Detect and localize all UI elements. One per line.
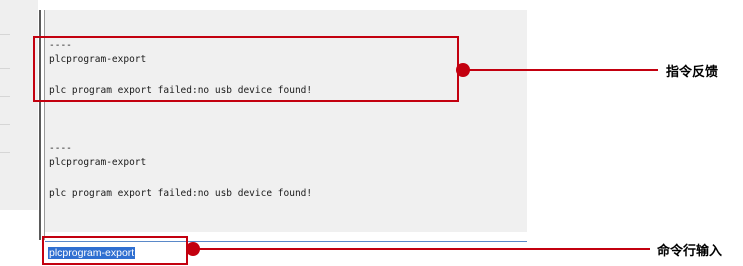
- command-highlight-box: [42, 236, 188, 265]
- side-divider: [0, 68, 10, 69]
- side-divider: [0, 96, 10, 97]
- side-panel: [0, 0, 38, 210]
- side-divider: [0, 34, 10, 35]
- side-divider: [0, 124, 10, 125]
- feedback-callout-line: [468, 69, 658, 71]
- command-callout-line: [198, 248, 650, 250]
- feedback-highlight-box: [33, 36, 459, 102]
- command-line-label: 命令行输入: [657, 244, 723, 259]
- feedback-label: 指令反馈: [666, 65, 719, 80]
- console-line: ----: [49, 143, 72, 154]
- console-line: plc program export failed:no usb device …: [49, 188, 313, 199]
- side-divider: [0, 152, 10, 153]
- console-line: plcprogram-export: [49, 157, 147, 168]
